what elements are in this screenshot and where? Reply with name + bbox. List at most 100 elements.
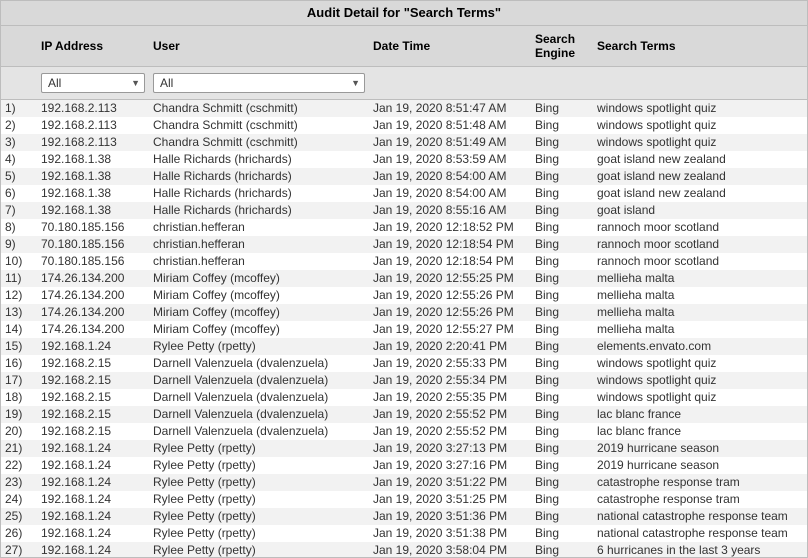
cell-engine: Bing (531, 219, 593, 236)
table-row[interactable]: 26)192.168.1.24Rylee Petty (rpetty)Jan 1… (1, 525, 807, 542)
cell-user: Chandra Schmitt (cschmitt) (149, 117, 369, 134)
cell-terms: elements.envato.com (593, 338, 807, 355)
table-row[interactable]: 21)192.168.1.24Rylee Petty (rpetty)Jan 1… (1, 440, 807, 457)
table-row[interactable]: 12)174.26.134.200Miriam Coffey (mcoffey)… (1, 287, 807, 304)
cell-ip: 174.26.134.200 (37, 304, 149, 321)
cell-terms: catastrophe response tram (593, 491, 807, 508)
filter-user-select[interactable]: All ▼ (153, 73, 365, 93)
cell-user: Rylee Petty (rpetty) (149, 508, 369, 525)
cell-ip: 192.168.1.24 (37, 440, 149, 457)
cell-terms: rannoch moor scotland (593, 236, 807, 253)
cell-ip: 192.168.2.15 (37, 372, 149, 389)
cell-terms: windows spotlight quiz (593, 117, 807, 134)
table-row[interactable]: 24)192.168.1.24Rylee Petty (rpetty)Jan 1… (1, 491, 807, 508)
row-number: 6) (1, 185, 37, 202)
cell-datetime: Jan 19, 2020 2:20:41 PM (369, 338, 531, 355)
table-row[interactable]: 7)192.168.1.38Halle Richards (hrichards)… (1, 202, 807, 219)
cell-engine: Bing (531, 134, 593, 151)
cell-user: Darnell Valenzuela (dvalenzuela) (149, 406, 369, 423)
cell-terms: goat island (593, 202, 807, 219)
row-number: 4) (1, 151, 37, 168)
row-number: 16) (1, 355, 37, 372)
cell-user: Chandra Schmitt (cschmitt) (149, 134, 369, 151)
filter-spacer (1, 81, 37, 85)
cell-terms: mellieha malta (593, 287, 807, 304)
table-row[interactable]: 8)70.180.185.156christian.hefferanJan 19… (1, 219, 807, 236)
column-header-datetime[interactable]: Date Time (369, 33, 531, 59)
cell-datetime: Jan 19, 2020 3:51:22 PM (369, 474, 531, 491)
table-row[interactable]: 11)174.26.134.200Miriam Coffey (mcoffey)… (1, 270, 807, 287)
cell-terms: windows spotlight quiz (593, 134, 807, 151)
cell-terms: 6 hurricanes in the last 3 years (593, 542, 807, 557)
table-row[interactable]: 5)192.168.1.38Halle Richards (hrichards)… (1, 168, 807, 185)
cell-engine: Bing (531, 100, 593, 117)
row-number: 1) (1, 100, 37, 117)
table-row[interactable]: 6)192.168.1.38Halle Richards (hrichards)… (1, 185, 807, 202)
row-number: 24) (1, 491, 37, 508)
cell-user: christian.hefferan (149, 236, 369, 253)
row-number: 26) (1, 525, 37, 542)
table-row[interactable]: 16)192.168.2.15Darnell Valenzuela (dvale… (1, 355, 807, 372)
cell-engine: Bing (531, 202, 593, 219)
column-header-user[interactable]: User (149, 33, 369, 59)
cell-engine: Bing (531, 508, 593, 525)
cell-datetime: Jan 19, 2020 2:55:35 PM (369, 389, 531, 406)
table-row[interactable]: 4)192.168.1.38Halle Richards (hrichards)… (1, 151, 807, 168)
cell-engine: Bing (531, 542, 593, 557)
cell-datetime: Jan 19, 2020 8:54:00 AM (369, 168, 531, 185)
cell-ip: 174.26.134.200 (37, 321, 149, 338)
cell-engine: Bing (531, 389, 593, 406)
filter-ip-select[interactable]: All ▼ (41, 73, 145, 93)
cell-engine: Bing (531, 525, 593, 542)
cell-user: Miriam Coffey (mcoffey) (149, 287, 369, 304)
cell-user: Darnell Valenzuela (dvalenzuela) (149, 423, 369, 440)
cell-ip: 192.168.2.15 (37, 423, 149, 440)
table-row[interactable]: 3)192.168.2.113Chandra Schmitt (cschmitt… (1, 134, 807, 151)
table-row[interactable]: 13)174.26.134.200Miriam Coffey (mcoffey)… (1, 304, 807, 321)
cell-ip: 70.180.185.156 (37, 253, 149, 270)
table-row[interactable]: 14)174.26.134.200Miriam Coffey (mcoffey)… (1, 321, 807, 338)
cell-ip: 192.168.2.15 (37, 389, 149, 406)
table-row[interactable]: 27)192.168.1.24Rylee Petty (rpetty)Jan 1… (1, 542, 807, 557)
table-row[interactable]: 20)192.168.2.15Darnell Valenzuela (dvale… (1, 423, 807, 440)
cell-datetime: Jan 19, 2020 3:51:36 PM (369, 508, 531, 525)
cell-ip: 192.168.1.24 (37, 457, 149, 474)
row-number: 12) (1, 287, 37, 304)
cell-terms: windows spotlight quiz (593, 389, 807, 406)
cell-ip: 192.168.1.38 (37, 151, 149, 168)
table-row[interactable]: 2)192.168.2.113Chandra Schmitt (cschmitt… (1, 117, 807, 134)
cell-user: Darnell Valenzuela (dvalenzuela) (149, 372, 369, 389)
table-row[interactable]: 23)192.168.1.24Rylee Petty (rpetty)Jan 1… (1, 474, 807, 491)
table-row[interactable]: 22)192.168.1.24Rylee Petty (rpetty)Jan 1… (1, 457, 807, 474)
cell-user: Halle Richards (hrichards) (149, 151, 369, 168)
table-row[interactable]: 19)192.168.2.15Darnell Valenzuela (dvale… (1, 406, 807, 423)
table-row[interactable]: 10)70.180.185.156christian.hefferanJan 1… (1, 253, 807, 270)
cell-engine: Bing (531, 474, 593, 491)
chevron-down-icon: ▼ (131, 78, 140, 88)
cell-datetime: Jan 19, 2020 12:55:27 PM (369, 321, 531, 338)
filter-ip-value: All (48, 76, 61, 90)
cell-terms: windows spotlight quiz (593, 355, 807, 372)
cell-terms: rannoch moor scotland (593, 219, 807, 236)
table-row[interactable]: 15)192.168.1.24Rylee Petty (rpetty)Jan 1… (1, 338, 807, 355)
cell-terms: national catastrophe response team (593, 508, 807, 525)
cell-datetime: Jan 19, 2020 8:54:00 AM (369, 185, 531, 202)
column-header-row: IP Address User Date Time Search Engine … (1, 26, 807, 67)
cell-datetime: Jan 19, 2020 8:51:48 AM (369, 117, 531, 134)
cell-datetime: Jan 19, 2020 3:51:25 PM (369, 491, 531, 508)
table-row[interactable]: 25)192.168.1.24Rylee Petty (rpetty)Jan 1… (1, 508, 807, 525)
cell-user: Rylee Petty (rpetty) (149, 474, 369, 491)
table-row[interactable]: 18)192.168.2.15Darnell Valenzuela (dvale… (1, 389, 807, 406)
column-header-engine[interactable]: Search Engine (531, 26, 593, 66)
cell-ip: 192.168.1.24 (37, 474, 149, 491)
table-row[interactable]: 17)192.168.2.15Darnell Valenzuela (dvale… (1, 372, 807, 389)
cell-user: Rylee Petty (rpetty) (149, 542, 369, 557)
cell-terms: mellieha malta (593, 270, 807, 287)
table-row[interactable]: 9)70.180.185.156christian.hefferanJan 19… (1, 236, 807, 253)
column-header-terms[interactable]: Search Terms (593, 33, 807, 59)
table-row[interactable]: 1)192.168.2.113Chandra Schmitt (cschmitt… (1, 100, 807, 117)
cell-ip: 192.168.1.24 (37, 525, 149, 542)
cell-ip: 192.168.1.24 (37, 491, 149, 508)
column-header-ip[interactable]: IP Address (37, 33, 149, 59)
cell-engine: Bing (531, 355, 593, 372)
